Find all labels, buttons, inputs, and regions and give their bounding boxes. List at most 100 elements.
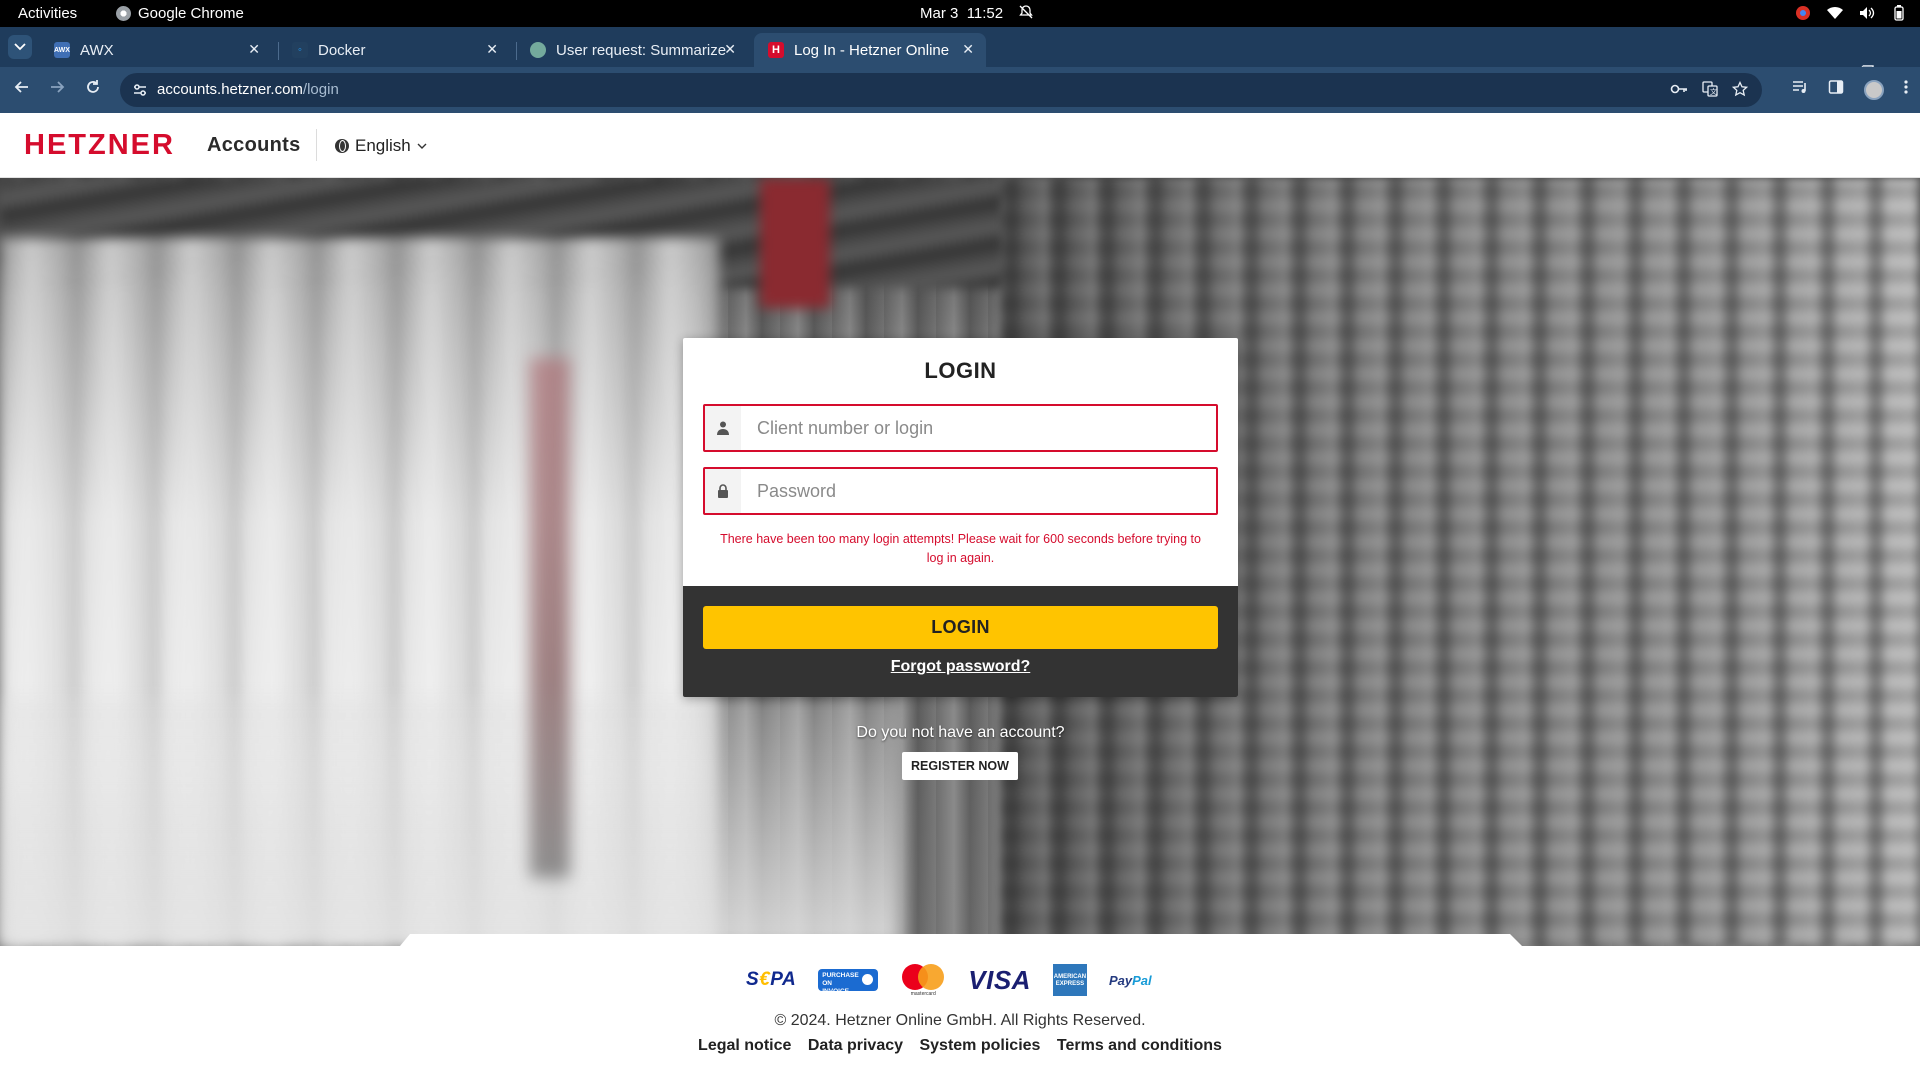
side-panel-icon[interactable] — [1828, 79, 1844, 100]
forward-arrow-icon — [51, 81, 65, 93]
tab-user-request[interactable]: User request: Summarize ✕ — [516, 33, 748, 67]
tab-docker[interactable]: ◦ Docker ✕ — [278, 33, 510, 67]
section-title[interactable]: Accounts — [207, 134, 301, 157]
close-icon[interactable]: ✕ — [486, 41, 498, 58]
no-account-text: Do you not have an account? — [856, 724, 1065, 741]
volume-icon — [1858, 4, 1876, 22]
toolbar-right — [1792, 79, 1908, 100]
system-top-bar: Activities Google Chrome Mar 3 11:52 — [0, 0, 1920, 27]
tab-title: Log In - Hetzner Online — [794, 41, 950, 59]
user-icon — [705, 406, 741, 450]
app-menu[interactable]: Google Chrome — [116, 5, 244, 22]
tab-search-button[interactable] — [8, 35, 32, 59]
back-arrow-icon — [14, 81, 28, 93]
sepa-text-left: S — [746, 969, 760, 990]
bookmark-star-icon[interactable] — [1731, 80, 1749, 102]
password-key-icon[interactable] — [1670, 81, 1688, 102]
data-privacy-link[interactable]: Data privacy — [808, 1037, 903, 1054]
register-button[interactable]: REGISTER NOW — [902, 752, 1018, 780]
tab-title: User request: Summarize — [556, 41, 726, 59]
login-card: LOGIN There have been too many login att… — [683, 338, 1238, 697]
lock-icon — [705, 469, 741, 513]
invoice-label: PURCHASE ON INVOICE — [822, 972, 859, 995]
sepa-euro-sign: € — [759, 969, 771, 990]
tab-hetzner-login[interactable]: H Log In - Hetzner Online ✕ — [754, 33, 986, 67]
login-actions: LOGIN Forgot password? — [683, 586, 1238, 697]
forgot-password-link[interactable]: Forgot password? — [683, 658, 1238, 676]
system-tray[interactable] — [1794, 4, 1908, 22]
tab-title: AWX — [80, 41, 114, 59]
purchase-on-invoice-logo: PURCHASE ON INVOICE — [818, 969, 879, 995]
hetzner-icon: H — [768, 42, 784, 58]
password-input[interactable] — [741, 469, 1216, 513]
url-text: accounts.hetzner.com/login — [157, 81, 339, 98]
address-bar-actions: 文 — [1670, 80, 1749, 102]
payment-methods: S€PA PURCHASE ON INVOICE mastercard VISA… — [746, 962, 1152, 998]
site-header: HETZNER Accounts English — [0, 113, 1920, 178]
globe-icon — [335, 139, 349, 153]
login-title: LOGIN — [924, 358, 997, 383]
error-message: There have been too many login attempts!… — [720, 532, 1201, 565]
username-input[interactable] — [741, 406, 1216, 450]
close-icon[interactable]: ✕ — [248, 41, 260, 58]
language-selector[interactable]: English — [335, 136, 427, 156]
amex-logo: AMERICAN EXPRESS — [1052, 964, 1087, 996]
paypal-text-pal: Pal — [1132, 972, 1152, 988]
svg-text:文: 文 — [1710, 87, 1717, 96]
reload-icon — [87, 80, 99, 93]
notifications-muted-icon — [1018, 4, 1034, 24]
tab-strip: AWX AWX ✕ ◦ Docker ✕ User request: Summa… — [0, 27, 1920, 84]
mastercard-label: mastercard — [910, 991, 936, 997]
hetzner-logo[interactable]: HETZNER — [24, 129, 196, 161]
date: Mar 3 — [920, 5, 959, 22]
browser-toolbar: accounts.hetzner.com/login 文 — [0, 67, 1920, 113]
paypal-logo: PayPal — [1109, 973, 1152, 988]
sepa-text-right: PA — [770, 969, 797, 990]
language-label: English — [355, 136, 411, 155]
visa-logo: VISA — [968, 964, 1031, 995]
password-field — [703, 467, 1218, 515]
footer-links: Legal notice Data privacy System policie… — [0, 1037, 1920, 1055]
address-bar[interactable]: accounts.hetzner.com/login 文 — [120, 73, 1762, 107]
terms-link[interactable]: Terms and conditions — [1057, 1037, 1222, 1054]
chrome-status-icon — [1794, 4, 1812, 22]
media-controls-icon[interactable] — [1792, 79, 1808, 100]
url-host: accounts.hetzner.com — [157, 81, 303, 98]
header-divider — [316, 129, 317, 161]
mastercard-logo: mastercard — [900, 962, 946, 998]
chevron-down-icon — [14, 43, 26, 51]
url-path: /login — [302, 81, 339, 98]
activities-button[interactable]: Activities — [18, 5, 77, 22]
copyright-text: © 2024. Hetzner Online GmbH. All Rights … — [774, 1012, 1146, 1029]
chevron-down-icon — [417, 143, 427, 149]
login-button[interactable]: LOGIN — [703, 606, 1218, 649]
profile-avatar[interactable] — [1864, 79, 1884, 100]
tab-awx[interactable]: AWX AWX ✕ — [40, 33, 272, 67]
bg-red-glow — [530, 358, 570, 878]
paypal-text-pay: Pay — [1108, 972, 1133, 988]
clock[interactable]: Mar 3 11:52 — [920, 5, 1003, 22]
openai-icon — [530, 42, 546, 58]
close-icon[interactable]: ✕ — [962, 41, 974, 58]
awx-icon: AWX — [54, 42, 70, 58]
forward-button[interactable] — [49, 79, 65, 99]
tab-title: Docker — [318, 41, 366, 59]
system-policies-link[interactable]: System policies — [919, 1037, 1040, 1054]
reload-button[interactable] — [85, 79, 101, 99]
translate-icon[interactable]: 文 — [1702, 81, 1718, 102]
site-settings-icon[interactable] — [132, 82, 148, 98]
wifi-icon — [1826, 4, 1844, 22]
chrome-icon — [116, 6, 131, 21]
sepa-logo: S€PA — [746, 969, 796, 991]
battery-icon — [1890, 4, 1908, 22]
kebab-menu-icon[interactable] — [1904, 79, 1908, 100]
back-button[interactable] — [14, 79, 30, 99]
app-name: Google Chrome — [138, 5, 244, 22]
docker-icon: ◦ — [292, 42, 308, 58]
site-footer: S€PA PURCHASE ON INVOICE mastercard VISA… — [0, 946, 1920, 1080]
close-icon[interactable]: ✕ — [724, 41, 736, 58]
username-field — [703, 404, 1218, 452]
brand-name: HETZNER — [24, 132, 175, 156]
legal-notice-link[interactable]: Legal notice — [698, 1037, 791, 1054]
time: 11:52 — [966, 5, 1004, 22]
